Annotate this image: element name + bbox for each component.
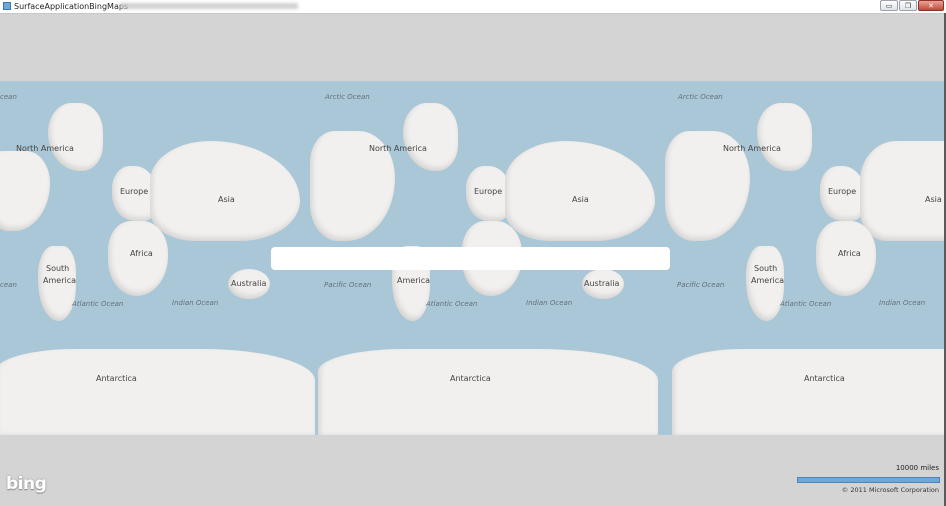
ocean-label-pacific: Pacific Ocean xyxy=(324,281,372,289)
ocean-label-indian: Indian Ocean xyxy=(879,299,926,307)
land-greenland xyxy=(757,103,812,171)
land-asia xyxy=(860,141,944,241)
ocean-label-arctic: Arctic Ocean xyxy=(325,93,370,101)
blurred-title-region xyxy=(120,3,298,9)
land-asia xyxy=(150,141,300,241)
maximize-button[interactable]: ❐ xyxy=(899,0,917,11)
continent-label-america: America xyxy=(751,276,784,285)
continent-label-antarctica: Antarctica xyxy=(450,374,491,383)
continent-label-antarctica: Antarctica xyxy=(804,374,845,383)
close-button[interactable]: ✕ xyxy=(918,0,944,11)
window-title: SurfaceApplicationBingMaps xyxy=(14,2,129,11)
continent-label-australia: Australia xyxy=(584,279,620,288)
scale-label: 10000 miles xyxy=(895,464,939,472)
ocean-label-arctic: Arctic Ocean xyxy=(678,93,723,101)
continent-label-south: South xyxy=(46,264,70,273)
continent-label-north-america: North America xyxy=(16,144,74,153)
continent-label-africa: Africa xyxy=(838,249,861,258)
ocean-label-indian: Indian Ocean xyxy=(172,299,219,307)
minimize-button[interactable]: ▭ xyxy=(880,0,898,11)
ocean-label-atlantic: Atlantic Ocean xyxy=(72,300,124,308)
ocean-label: cean xyxy=(0,281,17,289)
land-greenland xyxy=(403,103,458,171)
continent-label-north-america: North America xyxy=(723,144,781,153)
continent-label-asia: Asia xyxy=(572,195,589,204)
ocean-label-atlantic: Atlantic Ocean xyxy=(426,300,478,308)
land-africa xyxy=(816,221,876,296)
continent-label-asia: Asia xyxy=(925,195,942,204)
continent-label-america: America xyxy=(43,276,76,285)
continent-label-australia: Australia xyxy=(231,279,267,288)
window-controls: ▭ ❐ ✕ xyxy=(879,0,944,12)
bing-logo: bing xyxy=(6,474,47,494)
land-africa xyxy=(108,221,168,296)
land-antarctica xyxy=(0,349,315,435)
land-antarctica xyxy=(672,349,944,435)
land-north-america xyxy=(0,151,50,231)
continent-label-north-america: North America xyxy=(369,144,427,153)
continent-label-europe: Europe xyxy=(120,187,149,196)
search-input[interactable] xyxy=(271,247,670,270)
copyright-notice: © 2011 Microsoft Corporation xyxy=(841,486,939,494)
land-asia xyxy=(505,141,655,241)
continent-label-africa: Africa xyxy=(130,249,153,258)
ocean-label-indian: Indian Ocean xyxy=(526,299,573,307)
land-greenland xyxy=(48,103,103,171)
continent-label-south: South xyxy=(754,264,778,273)
continent-label-asia: Asia xyxy=(218,195,235,204)
land-antarctica xyxy=(318,349,658,435)
continent-label-antarctica: Antarctica xyxy=(96,374,137,383)
continent-label-europe: Europe xyxy=(474,187,503,196)
scale-bar xyxy=(797,477,940,483)
ocean-label: cean xyxy=(0,93,17,101)
title-bar: SurfaceApplicationBingMaps ▭ ❐ ✕ xyxy=(0,0,946,14)
ocean-label-pacific: Pacific Ocean xyxy=(677,281,725,289)
app-icon xyxy=(3,2,11,10)
ocean-label-atlantic: Atlantic Ocean xyxy=(780,300,832,308)
continent-label-europe: Europe xyxy=(828,187,857,196)
continent-label-america: America xyxy=(397,276,430,285)
